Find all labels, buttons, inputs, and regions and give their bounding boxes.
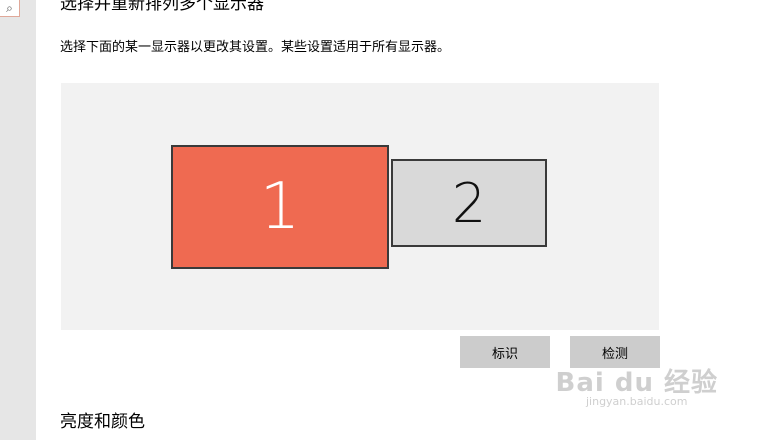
watermark-brand: Bai du 经验	[555, 368, 718, 398]
page-subtitle: 选择下面的某一显示器以更改其设置。某些设置适用于所有显示器。	[60, 40, 451, 55]
display-1-tile[interactable]: 1	[171, 145, 389, 269]
navigation-rail: ⌕	[0, 0, 36, 440]
search-glyph: ⌕	[6, 0, 13, 15]
search-icon[interactable]: ⌕	[0, 0, 20, 17]
watermark-logo: Bai du 经验 jingyan.baidu.com	[556, 362, 719, 408]
page-title: 选择并重新排列多个显示器	[60, 0, 264, 14]
display-2-label: 2	[451, 171, 487, 235]
identify-button[interactable]: 标识	[460, 336, 550, 368]
display-2-tile[interactable]: 2	[391, 159, 547, 247]
brightness-color-heading: 亮度和颜色	[60, 412, 145, 432]
display-1-label: 1	[259, 170, 301, 244]
display-arrangement-area: 1 2	[61, 83, 659, 330]
